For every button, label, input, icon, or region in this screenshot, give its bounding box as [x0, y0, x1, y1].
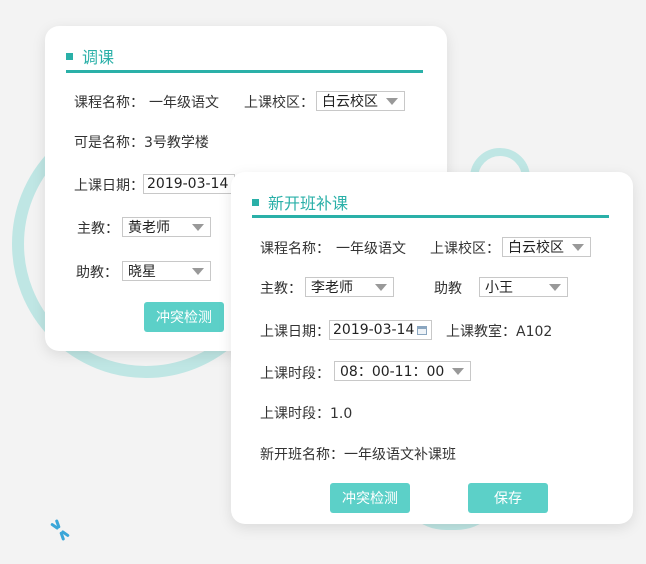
date-label: 上课日期：: [74, 178, 144, 194]
campus-select-value: 白云校区: [508, 240, 564, 256]
conflict-check-button[interactable]: 冲突检测: [330, 483, 410, 513]
period-label: 上课时段：: [260, 366, 330, 382]
chevron-down-icon: [452, 368, 464, 375]
new-class-name-text: 新开班名称：一年级语文补课班: [260, 447, 456, 463]
chevron-down-icon: [192, 268, 204, 275]
date-value: 2019-03-14: [147, 176, 229, 192]
teacher-label: 主教：: [260, 281, 302, 297]
campus-select[interactable]: 白云校区: [502, 237, 591, 257]
campus-label: 上课校区：: [430, 241, 500, 257]
new-class-makeup-card: 新开班补课 课程名称： 一年级语文 上课校区： 白云校区 主教： 李老师 助教 …: [231, 172, 633, 524]
title-marker-icon: [66, 52, 73, 60]
assistant-label: 助教：: [76, 265, 118, 281]
classroom-text: 上课教室：A102: [446, 324, 553, 340]
title-underline: [252, 215, 609, 218]
assistant-select[interactable]: 晓星: [122, 261, 211, 281]
calendar-icon[interactable]: [417, 326, 427, 335]
teacher-select-value: 黄老师: [128, 220, 170, 236]
save-button[interactable]: 保存: [468, 483, 548, 513]
title-underline: [66, 70, 423, 73]
card-title-text: 新开班补课: [268, 194, 349, 213]
alt-name-text: 可是名称：3号教学楼: [74, 135, 209, 151]
course-label: 课程名称：: [74, 95, 144, 111]
period-duration-text: 上课时段：1.0: [260, 406, 353, 422]
date-input[interactable]: 2019-03-14: [143, 174, 235, 194]
period-select-value: 08：00-11：00: [340, 364, 445, 380]
teacher-select-value: 李老师: [311, 280, 353, 296]
course-value: 一年级语文: [149, 95, 219, 111]
course-value: 一年级语文: [336, 241, 406, 257]
course-label: 课程名称：: [260, 241, 330, 257]
date-value: 2019-03-14: [333, 322, 415, 338]
campus-select[interactable]: 白云校区: [316, 91, 405, 111]
teacher-select[interactable]: 李老师: [305, 277, 394, 297]
chevron-down-icon: [549, 284, 561, 291]
card-title-text: 调课: [82, 48, 115, 67]
assistant-select-value: 小王: [485, 280, 513, 296]
assistant-label: 助教: [434, 281, 462, 297]
campus-select-value: 白云校区: [322, 94, 378, 110]
pinwheel-icon: [50, 519, 70, 541]
teacher-select[interactable]: 黄老师: [122, 217, 211, 237]
date-input[interactable]: 2019-03-14: [329, 320, 432, 340]
assistant-select[interactable]: 小王: [479, 277, 568, 297]
conflict-check-button[interactable]: 冲突检测: [144, 302, 224, 332]
chevron-down-icon: [572, 244, 584, 251]
assistant-select-value: 晓星: [128, 264, 156, 280]
card-title: 调课: [66, 44, 114, 68]
title-marker-icon: [252, 198, 259, 206]
chevron-down-icon: [386, 98, 398, 105]
period-select[interactable]: 08：00-11：00: [334, 361, 471, 381]
teacher-label: 主教：: [77, 221, 119, 237]
chevron-down-icon: [192, 224, 204, 231]
chevron-down-icon: [375, 284, 387, 291]
card-title: 新开班补课: [252, 190, 348, 214]
date-label: 上课日期：: [260, 324, 330, 340]
campus-label: 上课校区：: [244, 95, 314, 111]
